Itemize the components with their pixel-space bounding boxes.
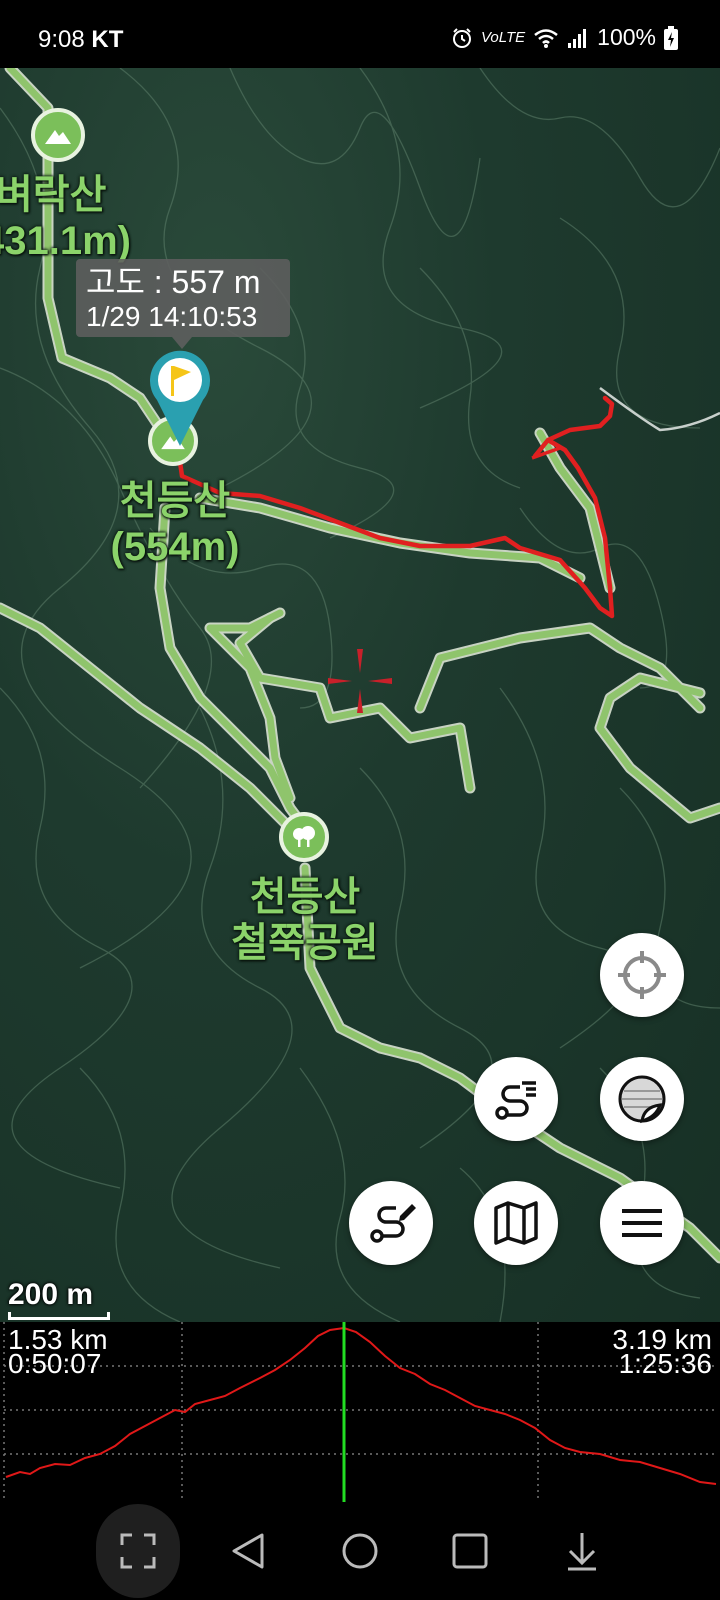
peak-label-byeoraksan: 벼락산 431.1m) bbox=[0, 172, 131, 264]
notification-pull-button[interactable] bbox=[540, 1502, 624, 1600]
left-time: 0:50:07 bbox=[8, 1348, 102, 1379]
battery-percent: 100% bbox=[597, 24, 656, 50]
home-circle-icon bbox=[342, 1533, 378, 1569]
scale-label: 200 m bbox=[8, 1278, 94, 1311]
park-label: 천등산 철쭉공원 bbox=[210, 874, 400, 966]
recents-button[interactable] bbox=[428, 1502, 512, 1600]
profile-right-stats: 3.19 km 1:25:36 bbox=[612, 1326, 712, 1379]
volte-icon: VoLTE bbox=[480, 29, 526, 46]
elevation-line bbox=[5, 1326, 717, 1485]
mountain-poi-icon[interactable] bbox=[31, 108, 85, 162]
altitude-tooltip: 고도 : 557 m 1/29 14:10:53 bbox=[76, 259, 290, 337]
location-pin-icon[interactable] bbox=[149, 348, 211, 448]
elevation-profile[interactable]: 1.53 km 0:50:07 3.19 km 1:25:36 bbox=[0, 1322, 720, 1502]
system-nav-bar bbox=[0, 1502, 720, 1600]
menu-button[interactable] bbox=[600, 1181, 684, 1265]
track-list-button[interactable] bbox=[474, 1057, 558, 1141]
arrow-down-icon bbox=[568, 1533, 596, 1571]
hamburger-menu-icon bbox=[622, 1209, 662, 1237]
home-button[interactable] bbox=[318, 1502, 402, 1600]
scale-bar bbox=[8, 1312, 110, 1320]
peak-height: 431.1m) bbox=[0, 219, 131, 263]
right-time: 1:25:36 bbox=[618, 1348, 712, 1379]
park-poi-icon[interactable] bbox=[279, 812, 329, 862]
back-triangle-icon bbox=[232, 1533, 264, 1569]
altitude-value: 고도 : 557 m bbox=[86, 264, 261, 300]
layer-peel-icon bbox=[618, 1075, 666, 1124]
tooltip-datetime: 1/29 14:10:53 bbox=[86, 301, 258, 332]
status-icons: VoLTE 100% bbox=[451, 24, 678, 51]
peak-height: (554m) bbox=[110, 525, 240, 569]
park-name-line2: 철쭉공원 bbox=[231, 921, 379, 965]
map-view[interactable]: 벼락산 431.1m) 천등산 (554m) 천등산 철쭉공원 고도 : 557… bbox=[0, 68, 720, 1322]
status-bar: 9:08 KT VoLTE 100% bbox=[0, 0, 720, 68]
screenshot-button[interactable] bbox=[96, 1504, 180, 1598]
peak-name: 천등산 bbox=[119, 479, 231, 523]
crosshair-icon bbox=[618, 951, 666, 999]
fullscreen-icon bbox=[120, 1533, 156, 1569]
signal-icon bbox=[568, 28, 587, 48]
back-button[interactable] bbox=[206, 1502, 290, 1600]
map-type-button[interactable] bbox=[474, 1181, 558, 1265]
status-time: 9:08 KT bbox=[38, 26, 124, 53]
profile-left-stats: 1.53 km 0:50:07 bbox=[8, 1326, 108, 1379]
edit-route-button[interactable] bbox=[349, 1181, 433, 1265]
battery-icon bbox=[664, 25, 678, 50]
wifi-icon bbox=[534, 28, 558, 48]
route-edit-icon bbox=[370, 1204, 416, 1243]
alarm-icon bbox=[452, 27, 471, 48]
map-layer-button[interactable] bbox=[600, 1057, 684, 1141]
peak-label-cheondeungsan: 천등산 (554m) bbox=[100, 478, 250, 570]
peak-name: 벼락산 bbox=[0, 173, 107, 217]
my-location-button[interactable] bbox=[600, 933, 684, 1017]
recents-square-icon bbox=[452, 1533, 488, 1569]
route-list-icon bbox=[495, 1081, 536, 1120]
park-name-line1: 천등산 bbox=[249, 875, 361, 919]
map-icon bbox=[494, 1201, 538, 1245]
